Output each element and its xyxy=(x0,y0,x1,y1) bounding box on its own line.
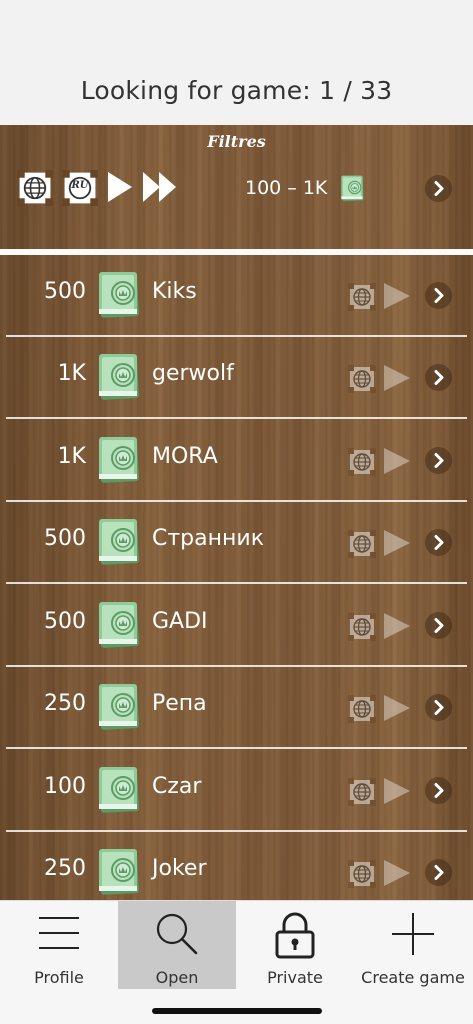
play-icon xyxy=(384,695,410,721)
tab-label: Private xyxy=(267,968,323,987)
language-filter-button[interactable]: RU xyxy=(62,170,98,206)
globe-icon xyxy=(348,283,376,311)
money-icon xyxy=(97,351,141,401)
play-icon xyxy=(384,860,410,886)
stake-amount: 250 xyxy=(44,856,86,881)
globe-icon xyxy=(348,860,376,888)
chevron-right-icon[interactable] xyxy=(425,694,452,721)
game-list[interactable]: 500 Kiks 1K gerwolf 1K MORA 500 Странник… xyxy=(0,255,473,900)
globe-icon xyxy=(348,530,376,558)
language-badge-label: RU xyxy=(71,180,89,191)
tab-private[interactable]: Private xyxy=(236,901,354,989)
menu-icon xyxy=(39,917,79,949)
money-icon xyxy=(97,681,141,731)
globe-icon xyxy=(348,778,376,806)
player-name: MORA xyxy=(152,444,218,469)
chevron-right-icon[interactable] xyxy=(425,612,452,639)
play-icon xyxy=(384,448,410,474)
stake-amount: 500 xyxy=(44,526,86,551)
game-row[interactable]: 500 Kiks xyxy=(0,255,473,337)
globe-icon xyxy=(348,365,376,393)
player-name: Joker xyxy=(152,856,207,881)
money-icon xyxy=(97,269,141,319)
money-icon xyxy=(97,599,141,649)
play-icon xyxy=(384,778,410,804)
money-icon xyxy=(340,174,365,202)
game-row[interactable]: 1K MORA xyxy=(0,420,473,502)
chevron-right-icon[interactable] xyxy=(425,364,452,391)
chevron-right-icon[interactable] xyxy=(425,282,452,309)
search-icon xyxy=(156,913,198,955)
chevron-right-icon[interactable] xyxy=(425,529,452,556)
player-name: gerwolf xyxy=(152,361,234,386)
chevron-right-icon[interactable] xyxy=(425,859,452,886)
stake-amount: 1K xyxy=(57,361,86,386)
tab-profile[interactable]: Profile xyxy=(0,901,118,989)
player-name: GADI xyxy=(152,609,208,634)
stake-amount: 500 xyxy=(44,609,86,634)
player-name: Czar xyxy=(152,774,202,799)
tab-label: Open xyxy=(155,968,199,987)
game-row[interactable]: 250 Репа xyxy=(0,667,473,749)
globe-icon xyxy=(348,613,376,641)
game-row[interactable]: 1K gerwolf xyxy=(0,337,473,419)
top-status-area xyxy=(0,0,473,125)
money-icon xyxy=(97,434,141,484)
player-name: Странник xyxy=(152,526,264,551)
row-divider xyxy=(6,747,467,749)
chevron-right-icon[interactable] xyxy=(425,447,452,474)
stake-amount: 100 xyxy=(44,774,86,799)
bottom-tab-bar: Profile Open Private Create game xyxy=(0,900,473,1024)
play-icon[interactable] xyxy=(108,172,132,202)
play-icon xyxy=(384,365,410,391)
tab-create-game[interactable]: Create game xyxy=(354,901,472,989)
game-row[interactable]: 500 Странник xyxy=(0,502,473,584)
money-icon xyxy=(97,516,141,566)
player-name: Kiks xyxy=(152,279,197,304)
filter-chevron-right-icon[interactable] xyxy=(425,175,452,202)
fast-forward-icon[interactable] xyxy=(143,172,179,202)
player-name: Репа xyxy=(152,691,207,716)
tab-open[interactable]: Open xyxy=(118,901,236,989)
globe-icon[interactable] xyxy=(17,170,53,206)
stake-amount: 500 xyxy=(44,279,86,304)
game-row[interactable]: 100 Czar xyxy=(0,750,473,832)
tab-label: Create game xyxy=(361,968,465,987)
home-indicator[interactable] xyxy=(152,1008,322,1014)
filter-title: Filtres xyxy=(207,132,266,151)
play-icon xyxy=(384,283,410,309)
row-divider xyxy=(6,417,467,419)
money-icon xyxy=(97,846,141,896)
play-icon xyxy=(384,530,410,556)
tab-label: Profile xyxy=(34,968,84,987)
stake-range: 100 – 1K xyxy=(245,177,328,199)
row-divider xyxy=(6,582,467,584)
globe-icon xyxy=(348,448,376,476)
play-icon xyxy=(384,613,410,639)
plus-icon xyxy=(392,913,434,955)
stake-amount: 250 xyxy=(44,691,86,716)
money-icon xyxy=(97,764,141,814)
chevron-right-icon[interactable] xyxy=(425,777,452,804)
game-row[interactable]: 500 GADI xyxy=(0,585,473,667)
globe-icon xyxy=(348,695,376,723)
game-row[interactable]: 250 Joker xyxy=(0,832,473,900)
page-title: Looking for game: 1 / 33 xyxy=(80,76,393,105)
stake-amount: 1K xyxy=(57,444,86,469)
lock-icon xyxy=(275,912,315,959)
